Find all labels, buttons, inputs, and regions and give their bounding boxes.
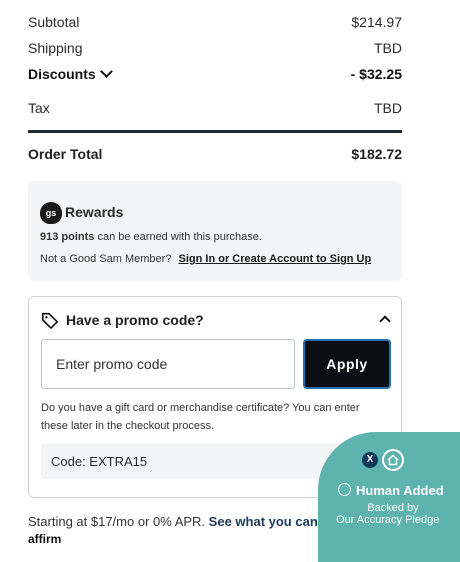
tax-row: Tax TBD <box>28 100 402 116</box>
chevron-up-icon[interactable] <box>379 315 391 327</box>
order-total-value: $182.72 <box>351 146 402 162</box>
discounts-toggle[interactable]: Discounts <box>28 65 113 82</box>
tax-label: Tax <box>28 100 50 116</box>
rewards-title: Rewards <box>65 204 124 220</box>
subtotal-row: Subtotal $214.97 <box>28 14 402 30</box>
affirm-logo: affirm <box>28 532 62 546</box>
order-total-label: Order Total <box>28 146 103 162</box>
order-total-row: Order Total $182.72 <box>28 146 402 162</box>
shipping-value: TBD <box>374 40 402 56</box>
human-added-label: Human Added <box>338 482 444 498</box>
shipping-row: Shipping TBD <box>28 40 402 56</box>
rewards-points: 913 points <box>40 231 95 243</box>
applied-code-text: Code: EXTRA15 <box>51 454 148 469</box>
financing-offer: Starting at $17/mo or 0% APR. <box>28 514 206 529</box>
chevron-down-icon <box>99 65 113 78</box>
good-sam-logo-icon: gs <box>40 202 62 224</box>
discounts-label: Discounts <box>28 66 96 82</box>
promo-title: Have a promo code? <box>66 312 204 328</box>
tag-icon <box>41 312 59 329</box>
promo-code-input[interactable] <box>41 339 295 389</box>
gift-card-note: Do you have a gift card or merchandise c… <box>41 402 360 432</box>
divider <box>28 130 402 133</box>
shipping-label: Shipping <box>28 40 83 56</box>
home-icon <box>382 449 404 471</box>
member-question: Not a Good Sam Member? <box>40 253 172 265</box>
check-circle-icon <box>338 483 351 496</box>
rewards-panel: gs Rewards 913 points can be earned with… <box>28 181 402 281</box>
rewards-points-rest: can be earned with this purchase. <box>97 231 262 243</box>
sign-in-link[interactable]: Sign In or Create Account to Sign Up <box>179 253 372 265</box>
tax-value: TBD <box>374 100 402 116</box>
human-added-text: Human Added <box>356 483 444 498</box>
rewards-points-text: 913 points can be earned with this purch… <box>40 231 262 243</box>
financing-text: Starting at $17/mo or 0% APR. See what y… <box>28 514 360 529</box>
subtotal-label: Subtotal <box>28 14 80 30</box>
subtotal-value: $214.97 <box>351 14 402 30</box>
accuracy-pledge-text: Our Accuracy Pledge <box>336 514 440 526</box>
apply-button[interactable]: Apply <box>303 339 391 389</box>
rewards-member-text: Not a Good Sam Member? Sign In or Create… <box>40 253 371 265</box>
discounts-row[interactable]: Discounts - $32.25 <box>28 65 402 82</box>
discounts-value: - $32.25 <box>350 66 402 82</box>
backed-by-text: Backed by <box>367 502 419 514</box>
close-icon[interactable]: X <box>362 452 378 468</box>
